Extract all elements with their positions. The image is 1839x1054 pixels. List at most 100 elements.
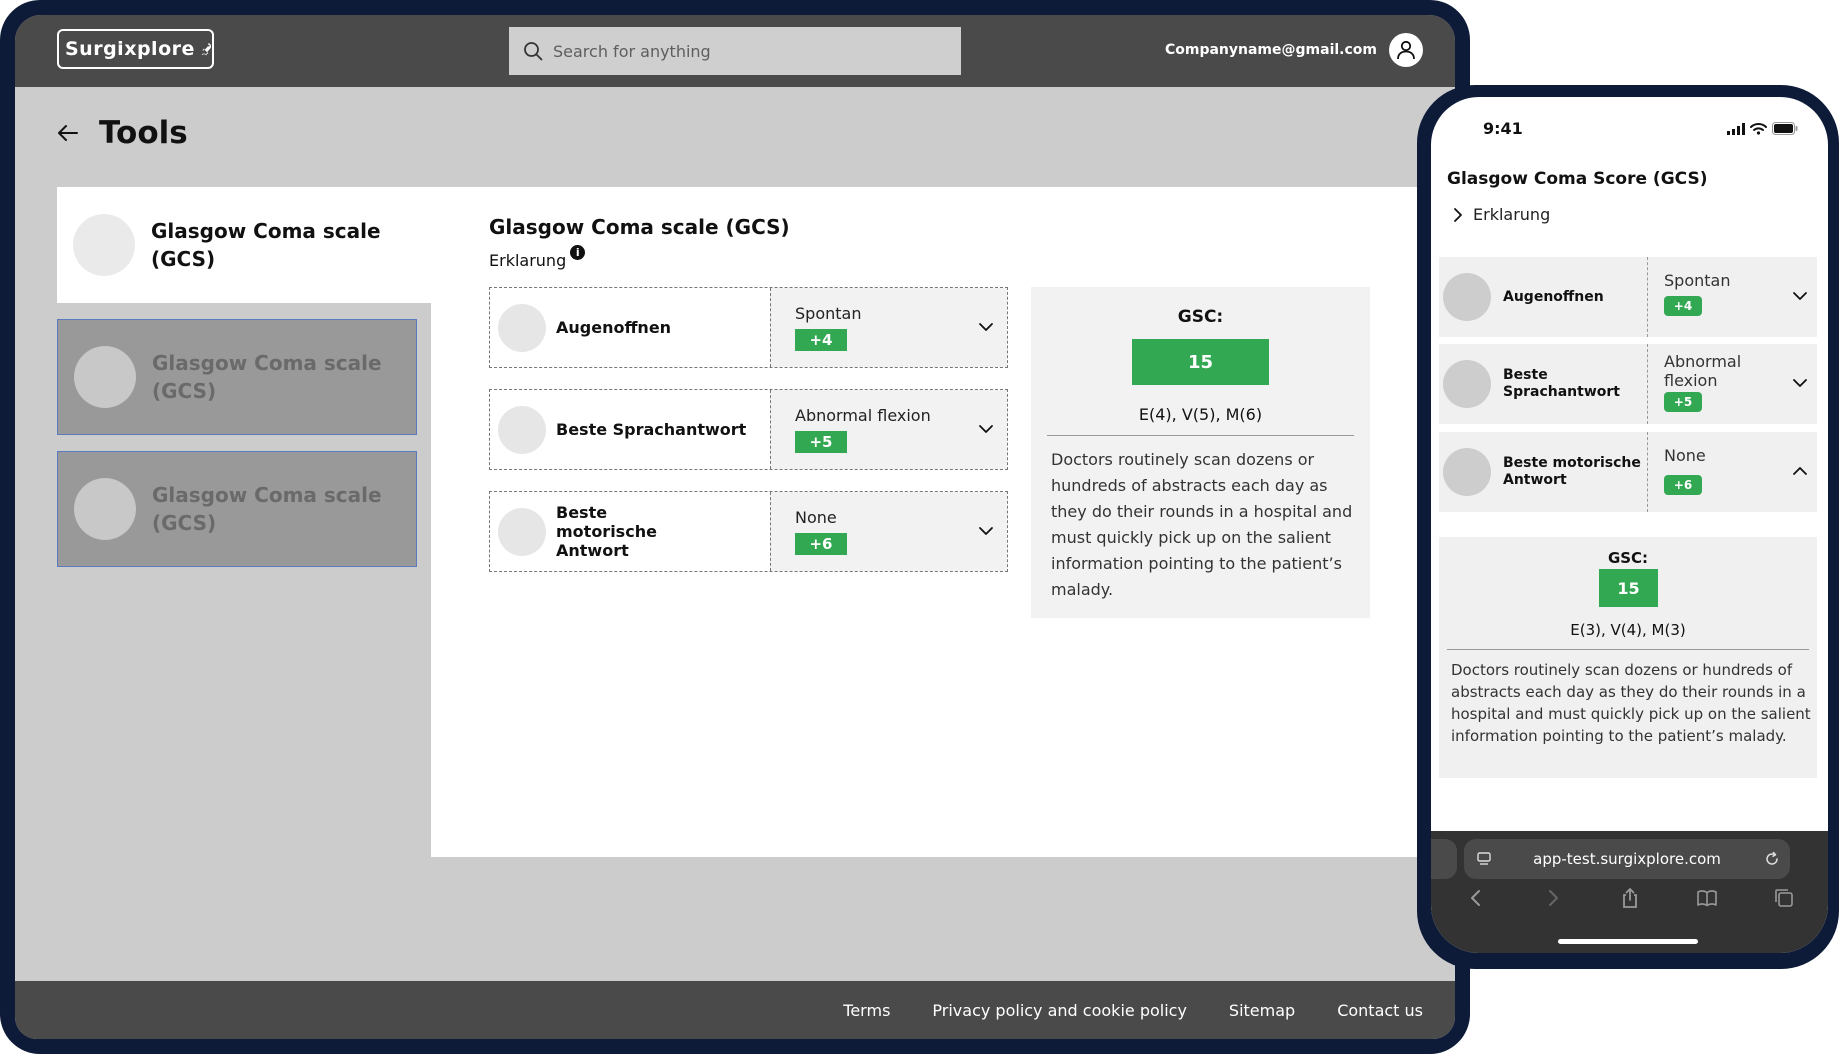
criterion-dropdown[interactable]: Spontan +4 [770, 288, 1007, 367]
mobile-criterion-dropdown[interactable]: Spontan +4 [1648, 257, 1817, 337]
criterion-label-area: Augenoffnen [490, 288, 770, 367]
footer-link-privacy[interactable]: Privacy policy and cookie policy [932, 1001, 1187, 1020]
forward-icon[interactable] [1542, 887, 1564, 909]
user-icon [1397, 40, 1415, 60]
tool-card-label: Glasgow Coma scale (GCS) [152, 483, 382, 535]
calculator-title: Glasgow Coma scale (GCS) [489, 215, 790, 239]
chevron-down-icon[interactable] [1791, 287, 1809, 305]
status-bar-time: 9:41 [1483, 119, 1523, 138]
criterion-avatar [498, 507, 546, 556]
mobile-criterion-row-augenoffnen: Augenoffnen Spontan +4 [1439, 257, 1817, 337]
criterion-avatar [1443, 448, 1491, 496]
footer-link-contact[interactable]: Contact us [1337, 1001, 1423, 1020]
mobile-erklarung-toggle[interactable]: Erklarung [1453, 205, 1550, 224]
result-label: GSC: [1607, 549, 1649, 567]
reload-icon[interactable] [1764, 851, 1780, 867]
home-indicator[interactable] [1558, 939, 1698, 944]
rocket-icon [201, 42, 211, 56]
user-email: Companyname@gmail.com [1164, 42, 1377, 58]
mobile-erklarung-label: Erklarung [1473, 205, 1551, 224]
criterion-label-area: Beste Sprachantwort [490, 390, 770, 469]
mobile-criterion-label-area: Augenoffnen [1439, 257, 1648, 337]
chevron-right-icon [1454, 207, 1462, 222]
tool-card-gcs-active[interactable]: Glasgow Coma scale (GCS) [57, 187, 431, 303]
cellular-signal-icon [1727, 122, 1745, 135]
tool-card-label: Glasgow Coma scale (GCS) [151, 219, 381, 271]
address-bar-url: app-test.surgixplore.com [1533, 850, 1721, 868]
criterion-dropdown[interactable]: Abnormal flexion +5 [770, 390, 1007, 469]
status-bar-icons [1727, 122, 1798, 135]
dropdown-selected-value: Abnormal flexion [1664, 352, 1742, 390]
mobile-criterion-dropdown[interactable]: Abnormal flexion +5 [1648, 344, 1817, 424]
footer-link-sitemap[interactable]: Sitemap [1229, 1001, 1295, 1020]
criterion-label: Augenoffnen [556, 318, 672, 337]
criterion-label: Beste motorische Antwort [1503, 455, 1641, 488]
erklarung-label: Erklarung [489, 251, 567, 270]
logo-text: Surgixplore [65, 38, 195, 60]
result-label: GSC: [1177, 307, 1224, 327]
chevron-up-icon[interactable] [1791, 462, 1809, 480]
result-score: 15 [1599, 569, 1658, 607]
criterion-avatar [498, 303, 546, 352]
criterion-row-motorische-antwort: Beste motorische Antwort None +6 [489, 491, 1008, 572]
back-icon[interactable] [1465, 887, 1487, 909]
search-bar[interactable] [509, 27, 961, 75]
chevron-down-icon[interactable] [977, 420, 995, 438]
info-icon[interactable]: i [570, 245, 586, 260]
score-badge: +6 [795, 533, 847, 555]
erklarung-link[interactable]: Erklarung i [489, 245, 586, 270]
mobile-criterion-label-area: Beste Sprachantwort [1439, 344, 1648, 424]
criterion-row-augenoffnen: Augenoffnen Spontan +4 [489, 287, 1008, 368]
criterion-label-area: Beste motorische Antwort [490, 492, 770, 571]
score-badge: +6 [1664, 475, 1702, 495]
tool-avatar [74, 478, 136, 540]
mobile-criterion-label-area: Beste motorische Antwort [1439, 432, 1648, 512]
mobile-criterion-dropdown[interactable]: None +6 [1648, 432, 1817, 512]
tool-card-label: Glasgow Coma scale (GCS) [152, 351, 382, 403]
search-input[interactable] [553, 41, 933, 61]
page-header: Tools [57, 115, 188, 151]
result-divider [1447, 649, 1809, 650]
user-avatar[interactable] [1389, 33, 1423, 67]
tabs-icon[interactable] [1773, 887, 1795, 909]
result-score: 15 [1132, 339, 1269, 385]
criterion-dropdown[interactable]: None +6 [770, 492, 1007, 571]
criterion-label: Beste motorische Antwort [556, 503, 657, 560]
page-title: Tools [99, 115, 188, 151]
mobile-criterion-row-sprachantwort: Beste Sprachantwort Abnormal flexion +5 [1439, 344, 1817, 424]
bookmarks-icon[interactable] [1696, 887, 1718, 909]
footer-links: Terms Privacy policy and cookie policy S… [843, 1001, 1423, 1020]
address-bar[interactable]: app-test.surgixplore.com [1464, 839, 1790, 879]
footer-link-terms[interactable]: Terms [843, 1001, 890, 1020]
chevron-down-icon[interactable] [977, 522, 995, 540]
criterion-label: Augenoffnen [1503, 288, 1604, 305]
result-description: Doctors routinely scan dozens or hundred… [1051, 450, 1353, 599]
result-divider [1047, 435, 1354, 436]
chevron-down-icon[interactable] [977, 318, 995, 336]
dropdown-selected-value: None [795, 508, 837, 527]
tool-avatar [73, 214, 135, 276]
criterion-avatar [498, 405, 546, 454]
tool-card-gcs[interactable]: Glasgow Coma scale (GCS) [57, 451, 417, 567]
score-badge: +5 [795, 431, 847, 453]
score-badge: +5 [1664, 392, 1702, 412]
result-description: Doctors routinely scan dozens or hundred… [1451, 661, 1811, 745]
score-badge: +4 [1664, 296, 1702, 316]
gcs-result-card: GSC: 15 E(4), V(5), M(6) Doctors routine… [1031, 287, 1370, 618]
mobile-gcs-result-card: GSC: 15 E(3), V(4), M(3) Doctors routine… [1439, 537, 1817, 778]
mobile-criterion-row-motorische-antwort: Beste motorische Antwort None +6 [1439, 432, 1817, 512]
desktop-screen: Surgixplore Companyname@gmail.com [15, 15, 1455, 1039]
back-arrow-icon[interactable] [57, 124, 79, 142]
criterion-label: Beste Sprachantwort [1503, 367, 1620, 400]
criterion-label: Beste Sprachantwort [556, 420, 747, 439]
browser-toolbar: app-test.surgixplore.com [1431, 831, 1828, 953]
share-icon[interactable] [1619, 887, 1641, 909]
previous-tab-url-bar[interactable] [1431, 839, 1457, 879]
browser-nav-icons [1431, 887, 1828, 909]
tool-card-gcs[interactable]: Glasgow Coma scale (GCS) [57, 319, 417, 435]
dropdown-selected-value: Spontan [1664, 271, 1731, 290]
wifi-icon [1750, 122, 1767, 135]
dropdown-selected-value: Spontan [795, 304, 862, 323]
surgixplore-logo[interactable]: Surgixplore [57, 29, 214, 69]
chevron-down-icon[interactable] [1791, 374, 1809, 392]
